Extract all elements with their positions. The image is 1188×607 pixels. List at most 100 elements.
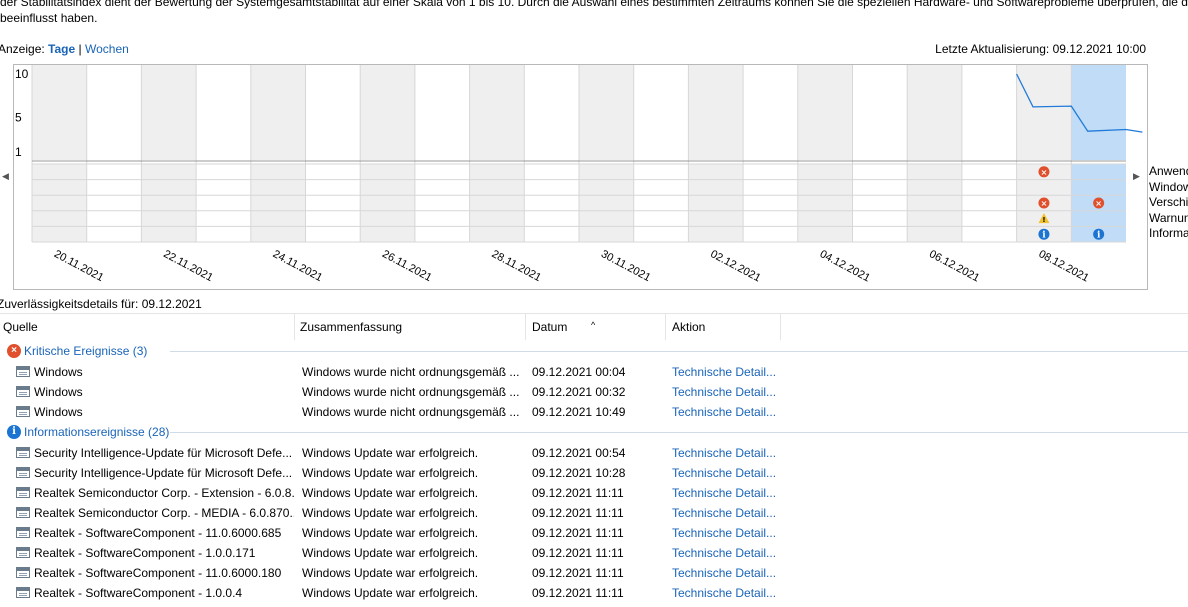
technical-details-link[interactable]: Technische Detail... <box>672 566 776 580</box>
window-icon <box>16 366 30 377</box>
technical-details-link[interactable]: Technische Detail... <box>672 466 776 480</box>
reliability-chart[interactable]: 10 5 1 × ×! i × i 20.11.2021 22.11.2021 24.11.2021… <box>13 64 1148 290</box>
sort-ascending-icon: ^ <box>591 320 596 330</box>
column-header-summary[interactable]: Zusammenfassung <box>300 320 402 334</box>
window-icon <box>16 567 30 578</box>
column-divider[interactable] <box>525 314 526 340</box>
table-row[interactable]: Realtek Semiconductor Corp. - MEDIA - 6.… <box>0 503 1188 523</box>
summary-cell: Windows Update war erfolgreich. <box>302 566 479 580</box>
chart-marker-column <box>907 164 962 242</box>
error-marker-glyph: × <box>1041 199 1048 208</box>
chart-day-column <box>1016 65 1072 160</box>
summary-cell: Windows Update war erfolgreich. <box>302 446 479 460</box>
chart-day-column <box>579 65 634 160</box>
summary-cell: Windows wurde nicht ordnungsgemäß ... <box>302 385 520 399</box>
x-tick-label: 08.12.2021 <box>1037 248 1091 284</box>
date-cell: 09.12.2021 10:28 <box>532 466 626 480</box>
column-divider[interactable] <box>665 314 666 340</box>
chart-row-label: Warnun <box>1149 210 1188 225</box>
technical-details-link[interactable]: Technische Detail... <box>672 586 776 600</box>
column-divider[interactable] <box>780 314 781 340</box>
column-header-date[interactable]: Datum <box>532 320 567 334</box>
group-divider <box>170 432 1188 433</box>
error-icon: × <box>7 344 21 358</box>
chart-day-column <box>633 65 689 160</box>
event-group-header[interactable]: × Kritische Ereignisse (3) <box>0 341 1188 362</box>
scroll-right-arrow-icon[interactable]: ▶ <box>1133 171 1140 182</box>
source-cell: Windows <box>34 365 83 379</box>
technical-details-link[interactable]: Technische Detail... <box>672 486 776 500</box>
table-row[interactable]: Windows Windows wurde nicht ordnungsgemäß… <box>0 402 1188 422</box>
table-row[interactable]: Windows Windows wurde nicht ordnungsgemäß… <box>0 382 1188 402</box>
source-cell: Realtek - SoftwareComponent - 11.0.6000.… <box>34 526 282 540</box>
table-row[interactable]: Realtek - SoftwareComponent - 1.0.0.4 Win… <box>0 583 1188 603</box>
source-cell: Windows <box>34 385 83 399</box>
technical-details-link[interactable]: Technische Detail... <box>672 365 776 379</box>
chart-marker-column <box>688 164 744 242</box>
chart-day-column <box>196 65 251 160</box>
chart-day-column <box>469 65 525 160</box>
table-row[interactable]: Realtek - SoftwareComponent - 11.0.6000.… <box>0 523 1188 543</box>
table-row[interactable]: Realtek Semiconductor Corp. - Extension … <box>0 483 1188 503</box>
x-tick-label: 20.11.2021 <box>52 248 106 284</box>
window-icon <box>16 547 30 558</box>
column-divider[interactable] <box>294 314 295 340</box>
chart-day-column <box>1071 65 1126 160</box>
column-header-source[interactable]: Quelle <box>3 320 38 334</box>
event-group-header[interactable]: i Informationsereignisse (28) <box>0 422 1188 443</box>
source-cell: Realtek - SoftwareComponent - 11.0.6000.… <box>34 566 282 580</box>
chart-day-column <box>414 65 470 160</box>
window-icon <box>16 487 30 498</box>
chart-marker-column <box>797 164 853 242</box>
scroll-left-arrow-icon[interactable]: ◀ <box>2 171 9 182</box>
source-cell: Security Intelligence-Update für Microso… <box>34 446 293 460</box>
chart-day-column <box>743 65 798 160</box>
source-cell: Realtek Semiconductor Corp. - Extension … <box>34 486 294 500</box>
chart-marker-column <box>524 164 579 242</box>
last-update-text: Letzte Aktualisierung: 09.12.2021 10:00 <box>935 42 1146 56</box>
technical-details-link[interactable]: Technische Detail... <box>672 546 776 560</box>
technical-details-link[interactable]: Technische Detail... <box>672 506 776 520</box>
chart-day-column <box>852 65 908 160</box>
column-header-action[interactable]: Aktion <box>672 320 705 334</box>
table-row[interactable]: Realtek - SoftwareComponent - 1.0.0.171 W… <box>0 543 1188 563</box>
technical-details-link[interactable]: Technische Detail... <box>672 526 776 540</box>
chart-marker-column <box>250 164 306 242</box>
chart-day-column <box>360 65 415 160</box>
x-tick-label: 04.12.2021 <box>818 248 872 284</box>
intro-text: der Stabilitätsindex dient der Bewertung… <box>0 0 1188 26</box>
chart-row-label: Window <box>1149 179 1188 194</box>
table-row[interactable]: Security Intelligence-Update für Microso… <box>0 443 1188 463</box>
chart-marker-column <box>743 164 798 242</box>
view-days-link[interactable]: Tage <box>48 42 75 56</box>
chart-day-column <box>797 65 853 160</box>
chart-day-column <box>141 65 197 160</box>
info-icon: i <box>7 425 21 439</box>
view-options: Anzeige: Tage | Wochen <box>0 42 129 56</box>
x-tick-label: 24.11.2021 <box>271 248 325 284</box>
technical-details-link[interactable]: Technische Detail... <box>672 405 776 419</box>
y-tick-label: 10 <box>15 67 29 81</box>
chart-marker-column <box>360 164 415 242</box>
summary-cell: Windows Update war erfolgreich. <box>302 586 479 600</box>
chart-row-label: Anwend <box>1149 164 1188 178</box>
table-row[interactable]: Realtek - SoftwareComponent - 11.0.6000.… <box>0 563 1188 583</box>
chart-marker-column <box>961 164 1017 242</box>
table-row[interactable]: Security Intelligence-Update für Microso… <box>0 463 1188 483</box>
chart-marker-column <box>86 164 142 242</box>
date-cell: 09.12.2021 11:11 <box>532 486 624 500</box>
chart-day-column <box>688 65 744 160</box>
error-marker-glyph: × <box>1095 199 1102 208</box>
x-tick-label: 28.11.2021 <box>490 248 544 284</box>
view-weeks-link[interactable]: Wochen <box>85 42 129 56</box>
chart-marker-column <box>141 164 197 242</box>
table-row[interactable]: Windows Windows wurde nicht ordnungsgemäß… <box>0 362 1188 382</box>
chart-day-column <box>305 65 361 160</box>
date-cell: 09.12.2021 00:04 <box>532 365 626 379</box>
summary-cell: Windows wurde nicht ordnungsgemäß ... <box>302 405 520 419</box>
technical-details-link[interactable]: Technische Detail... <box>672 446 776 460</box>
summary-cell: Windows Update war erfolgreich. <box>302 526 479 540</box>
technical-details-link[interactable]: Technische Detail... <box>672 385 776 399</box>
chart-marker-column <box>196 164 251 242</box>
view-label: Anzeige: <box>0 42 45 56</box>
